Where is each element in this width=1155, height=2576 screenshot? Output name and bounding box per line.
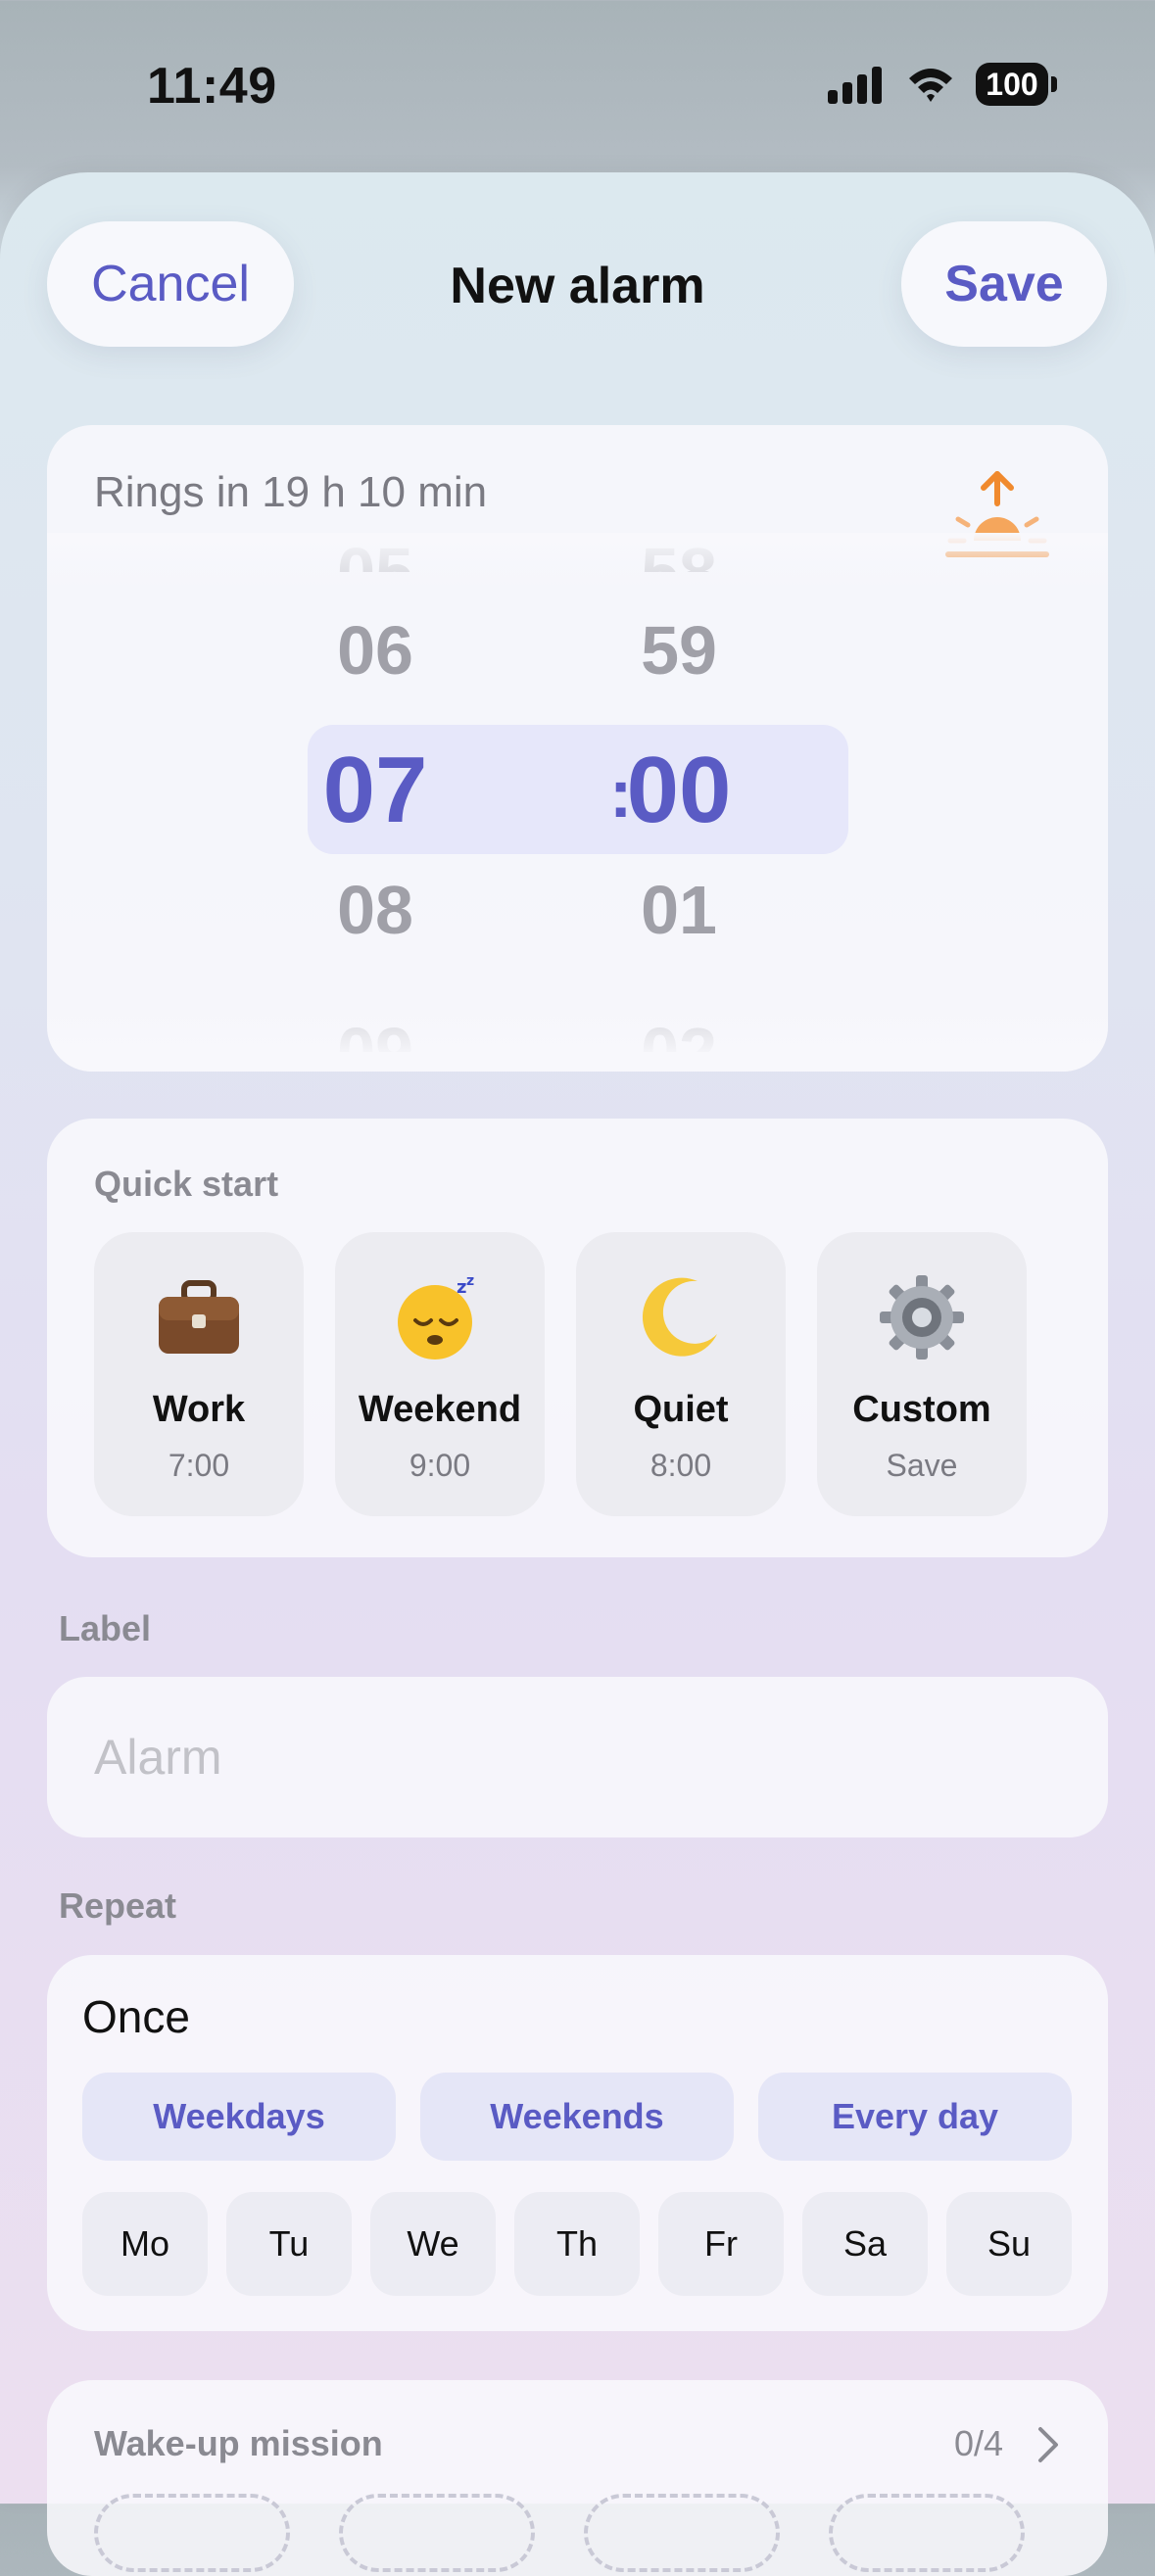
day-saturday-button[interactable]: Sa (802, 2192, 928, 2296)
quick-start-name: Custom (852, 1389, 991, 1430)
wake-up-mission-card[interactable]: Wake-up mission 0/4 (47, 2380, 1108, 2576)
day-wednesday-button[interactable]: We (370, 2192, 496, 2296)
label-input[interactable] (47, 1677, 1108, 1837)
minute-selected[interactable]: 00 (581, 737, 777, 844)
battery-level: 100 (976, 63, 1048, 106)
mission-slot[interactable] (584, 2494, 780, 2572)
status-bar: 11:49 100 (0, 0, 1155, 167)
mission-slot[interactable] (94, 2494, 290, 2572)
wifi-icon (909, 69, 952, 102)
quick-start-name: Weekend (358, 1389, 522, 1430)
preset-weekends-button[interactable]: Weekends (420, 2073, 734, 2161)
day-sunday-button[interactable]: Su (946, 2192, 1072, 2296)
quick-start-card: Quick start Work 7:00 z z Weekend 9:00 Q… (47, 1119, 1108, 1557)
minute-option[interactable]: 01 (581, 871, 777, 949)
svg-text:z: z (457, 1277, 466, 1298)
crescent-moon-icon (576, 1273, 786, 1361)
repeat-card: Once Weekdays Weekends Every day Mo Tu W… (47, 1955, 1108, 2331)
picker-fade-bottom (47, 1003, 1108, 1072)
quick-start-quiet[interactable]: Quiet 8:00 (576, 1232, 786, 1516)
quick-start-custom[interactable]: Custom Save (817, 1232, 1027, 1516)
hour-option[interactable]: 06 (277, 611, 473, 690)
quick-start-time: 8:00 (650, 1448, 712, 1483)
quick-start-weekend[interactable]: z z Weekend 9:00 (335, 1232, 545, 1516)
gear-icon (817, 1273, 1027, 1361)
chevron-right-icon (1038, 2427, 1058, 2462)
label-heading: Label (59, 1608, 152, 1648)
briefcase-icon (94, 1273, 304, 1361)
day-tuesday-button[interactable]: Tu (226, 2192, 352, 2296)
mission-slot[interactable] (829, 2494, 1025, 2572)
rings-in-text: Rings in 19 h 10 min (94, 468, 488, 516)
minute-option[interactable]: 59 (581, 611, 777, 690)
quick-start-time: 7:00 (168, 1448, 230, 1483)
quick-start-name: Work (152, 1389, 246, 1430)
battery-icon: 100 (976, 63, 1058, 106)
day-friday-button[interactable]: Fr (658, 2192, 784, 2296)
repeat-heading: Repeat (59, 1885, 177, 1926)
quick-start-time: Save (886, 1448, 958, 1483)
wake-up-mission-title: Wake-up mission (94, 2423, 383, 2463)
cellular-signal-icon (828, 67, 882, 104)
save-button[interactable]: Save (901, 221, 1107, 347)
mission-slot[interactable] (339, 2494, 535, 2572)
time-picker-card: Rings in 19 h 10 min 05 06 07 08 09 : 58… (47, 425, 1108, 1072)
repeat-value: Once (82, 1991, 190, 2042)
preset-every-day-button[interactable]: Every day (758, 2073, 1072, 2161)
day-thursday-button[interactable]: Th (514, 2192, 640, 2296)
hour-selected[interactable]: 07 (277, 737, 473, 844)
quick-start-time: 9:00 (409, 1448, 471, 1483)
quick-start-name: Quiet (633, 1389, 729, 1430)
preset-weekdays-button[interactable]: Weekdays (82, 2073, 396, 2161)
picker-fade-top (47, 533, 1108, 592)
quick-start-label: Quick start (94, 1164, 279, 1204)
status-time: 11:49 (147, 58, 277, 115)
svg-text:z: z (466, 1273, 474, 1289)
sleeping-face-icon: z z (335, 1273, 545, 1361)
quick-start-work[interactable]: Work 7:00 (94, 1232, 304, 1516)
hour-option[interactable]: 08 (277, 871, 473, 949)
wake-up-mission-count: 0/4 (954, 2423, 1004, 2463)
day-monday-button[interactable]: Mo (82, 2192, 208, 2296)
